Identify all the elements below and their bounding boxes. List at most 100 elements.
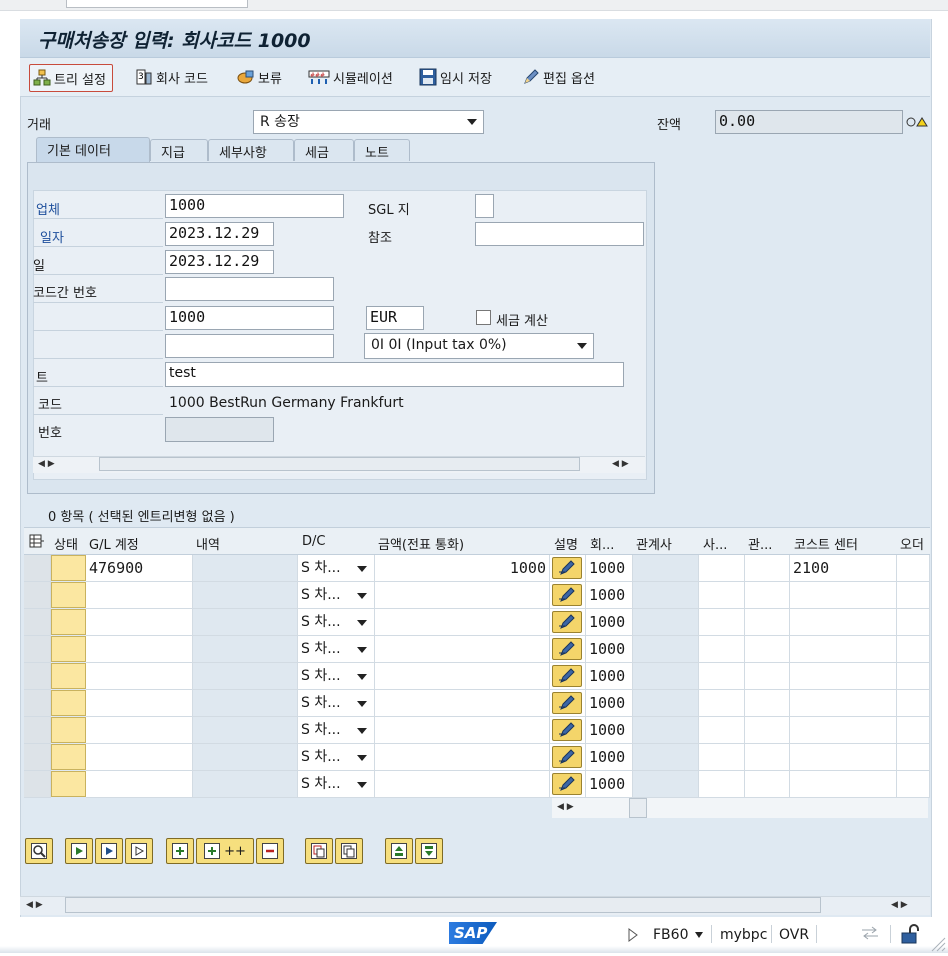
cost-center-cell[interactable] (790, 771, 897, 798)
lock-icon[interactable] (900, 924, 922, 948)
description-cell[interactable] (193, 690, 298, 717)
business-cell[interactable] (699, 771, 745, 798)
related-cell[interactable] (745, 771, 790, 798)
row-selector[interactable] (24, 771, 51, 798)
business-cell[interactable] (699, 555, 745, 582)
description-cell[interactable] (193, 771, 298, 798)
company-code-cell[interactable]: 1000 (586, 663, 633, 690)
dc-cell[interactable]: S 차... (298, 663, 375, 690)
scroll-left-icon[interactable]: ◀ ▶ (38, 459, 55, 469)
business-cell[interactable] (699, 582, 745, 609)
status-cell[interactable] (51, 744, 86, 770)
col-company-code[interactable]: 회... (590, 534, 614, 553)
col-business[interactable]: 사... (703, 534, 727, 553)
posting-date-input[interactable]: 2023.12.29 (165, 250, 274, 274)
related-cell[interactable] (745, 582, 790, 609)
order-cell[interactable] (897, 636, 930, 663)
partner-cell[interactable] (633, 555, 699, 582)
tab-tax[interactable]: 세금 (294, 139, 354, 161)
tab-payment[interactable]: 지급 (150, 139, 208, 161)
gl-account-cell[interactable] (86, 609, 193, 636)
sgl-input[interactable] (475, 194, 494, 218)
edit-note-icon[interactable] (552, 719, 582, 741)
partner-cell[interactable] (633, 690, 699, 717)
col-status[interactable]: 상태 (54, 534, 78, 553)
insert-multiple-rows-button[interactable]: ++ (196, 838, 254, 864)
company-code-cell[interactable]: 1000 (586, 771, 633, 798)
amount-cell[interactable] (375, 582, 550, 609)
related-cell[interactable] (745, 744, 790, 771)
note-cell[interactable] (550, 690, 586, 717)
partner-cell[interactable] (633, 609, 699, 636)
vendor-input[interactable]: 1000 (165, 194, 344, 218)
gl-account-cell[interactable] (86, 663, 193, 690)
status-cell[interactable] (51, 717, 86, 743)
row-selector[interactable] (24, 609, 51, 636)
gl-account-cell[interactable] (86, 744, 193, 771)
text-input[interactable]: test (165, 362, 624, 387)
command-field[interactable] (66, 0, 248, 8)
partner-cell[interactable] (633, 636, 699, 663)
edit-note-icon[interactable] (552, 746, 582, 768)
order-cell[interactable] (897, 717, 930, 744)
grid-settings-icon[interactable] (29, 534, 45, 548)
related-cell[interactable] (745, 717, 790, 744)
business-cell[interactable] (699, 609, 745, 636)
edit-note-icon[interactable] (552, 611, 582, 633)
dc-cell[interactable]: S 차... (298, 609, 375, 636)
description-cell[interactable] (193, 555, 298, 582)
edit-note-icon[interactable] (552, 638, 582, 660)
row-selector[interactable] (24, 555, 51, 582)
company-code-cell[interactable]: 1000 (586, 690, 633, 717)
edit-options-button[interactable]: 편집 옵션 (522, 64, 595, 90)
status-cell[interactable] (51, 555, 86, 581)
delete-row-button[interactable] (256, 838, 284, 864)
col-gl-account[interactable]: G/L 계정 (89, 534, 139, 553)
business-cell[interactable] (699, 744, 745, 771)
status-cell[interactable] (51, 690, 86, 716)
business-cell[interactable] (699, 663, 745, 690)
row-selector[interactable] (24, 717, 51, 744)
window-scroll-right-icon[interactable]: ◀ ▶ (891, 900, 908, 910)
gl-account-cell[interactable] (86, 636, 193, 663)
col-partner[interactable]: 관계사 (636, 534, 672, 553)
description-cell[interactable] (193, 582, 298, 609)
detail-button[interactable] (25, 838, 53, 864)
grid-horizontal-scrollbar[interactable] (552, 798, 928, 818)
dc-cell[interactable]: S 차... (298, 582, 375, 609)
business-cell[interactable] (699, 690, 745, 717)
col-note[interactable]: 설명 (554, 534, 578, 553)
amount-cell[interactable] (375, 717, 550, 744)
sort-descending-button[interactable] (415, 838, 443, 864)
chevron-down-icon[interactable] (694, 928, 704, 943)
dc-cell[interactable]: S 차... (298, 771, 375, 798)
cost-center-cell[interactable] (790, 663, 897, 690)
note-cell[interactable] (550, 771, 586, 798)
select-all-button[interactable] (65, 838, 93, 864)
window-scrollbar-thumb[interactable] (65, 897, 821, 913)
amount-input[interactable]: 1000 (165, 306, 334, 330)
related-cell[interactable] (745, 690, 790, 717)
description-cell[interactable] (193, 717, 298, 744)
copy-button[interactable] (305, 838, 333, 864)
sort-ascending-button[interactable] (385, 838, 413, 864)
note-cell[interactable] (550, 717, 586, 744)
cost-center-cell[interactable] (790, 744, 897, 771)
partner-cell[interactable] (633, 771, 699, 798)
order-cell[interactable] (897, 744, 930, 771)
partner-cell[interactable] (633, 744, 699, 771)
currency-input[interactable]: EUR (366, 306, 424, 330)
note-cell[interactable] (550, 636, 586, 663)
note-cell[interactable] (550, 582, 586, 609)
gl-account-cell[interactable] (86, 771, 193, 798)
note-cell[interactable] (550, 609, 586, 636)
col-order[interactable]: 오더 (900, 534, 924, 553)
description-cell[interactable] (193, 636, 298, 663)
status-cell[interactable] (51, 663, 86, 689)
amount-cell[interactable] (375, 609, 550, 636)
note-cell[interactable] (550, 663, 586, 690)
gl-account-cell[interactable] (86, 690, 193, 717)
tab-notes[interactable]: 노트 (354, 139, 410, 161)
amount-cell[interactable] (375, 663, 550, 690)
order-cell[interactable] (897, 663, 930, 690)
